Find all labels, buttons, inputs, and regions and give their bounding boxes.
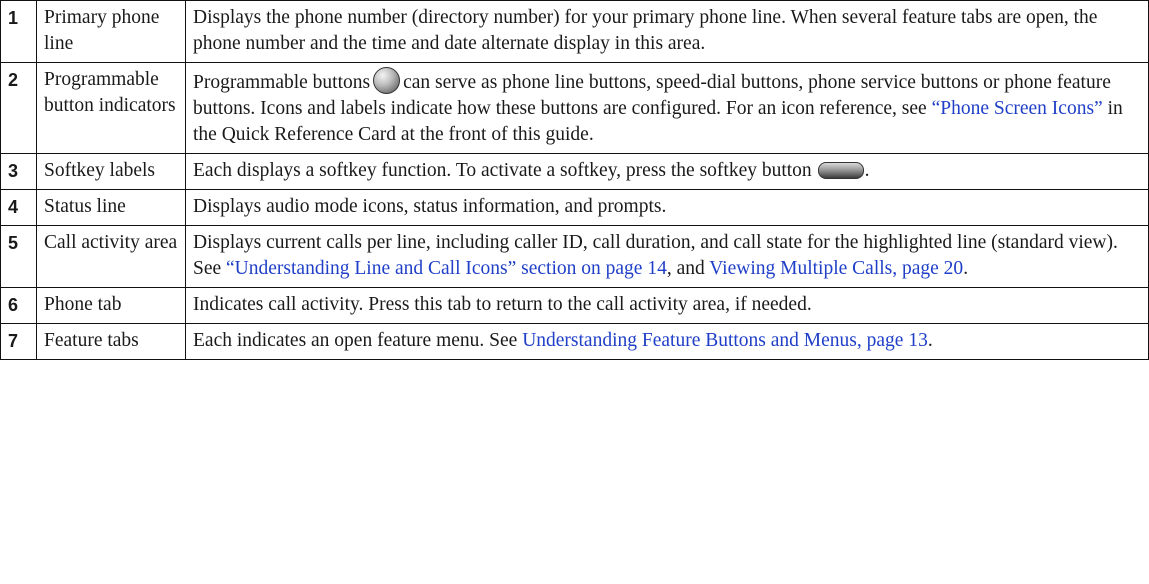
table-row: 1 Primary phone line Displays the phone … xyxy=(0,0,1149,63)
programmable-button-icon xyxy=(373,67,401,94)
item-name: Status line xyxy=(36,189,186,226)
description-text: Indicates call activity. Press this tab … xyxy=(193,294,812,315)
item-name: Feature tabs xyxy=(36,323,186,360)
item-description: Displays current calls per line, includi… xyxy=(185,225,1149,288)
phone-screen-icons-link[interactable]: “Phone Screen Icons” xyxy=(932,98,1103,119)
description-text: Programmable buttons xyxy=(193,72,371,93)
row-number: 3 xyxy=(0,153,37,190)
item-description: Each displays a softkey function. To act… xyxy=(185,153,1149,190)
table-row: 6 Phone tab Indicates call activity. Pre… xyxy=(0,287,1149,324)
item-name: Phone tab xyxy=(36,287,186,324)
table-row: 4 Status line Displays audio mode icons,… xyxy=(0,189,1149,226)
item-description: Displays the phone number (directory num… xyxy=(185,0,1149,63)
table-row: 5 Call activity area Displays current ca… xyxy=(0,225,1149,288)
description-text: . xyxy=(927,330,933,351)
row-number: 4 xyxy=(0,189,37,226)
row-number: 2 xyxy=(0,62,37,154)
table-row: 2 Programmable button indicators Program… xyxy=(0,62,1149,154)
description-text: Each indicates an open feature menu. See xyxy=(193,330,518,351)
reference-table: 1 Primary phone line Displays the phone … xyxy=(0,0,1149,360)
description-text: , and xyxy=(666,258,705,279)
item-description: Indicates call activity. Press this tab … xyxy=(185,287,1149,324)
description-text: Each displays a softkey function. To act… xyxy=(193,160,812,181)
row-number: 7 xyxy=(0,323,37,360)
description-text: . xyxy=(864,160,870,181)
description-text: Displays the phone number (directory num… xyxy=(193,7,1098,54)
item-description: Programmable buttons can serve as phone l… xyxy=(185,62,1149,154)
item-name: Call activity area xyxy=(36,225,186,288)
softkey-button-icon xyxy=(817,162,864,179)
item-name: Programmable button indicators xyxy=(36,62,186,154)
table-row: 3 Softkey labels Each displays a softkey… xyxy=(0,153,1149,190)
feature-buttons-menus-link[interactable]: Understanding Feature Buttons and Menus,… xyxy=(522,330,928,351)
item-description: Each indicates an open feature menu. See… xyxy=(185,323,1149,360)
phone-screen-reference: 1 Primary phone line Displays the phone … xyxy=(0,0,1149,584)
description-text: . xyxy=(963,258,969,279)
description-text: Displays audio mode icons, status inform… xyxy=(193,196,667,217)
item-description: Displays audio mode icons, status inform… xyxy=(185,189,1149,226)
table-row: 7 Feature tabs Each indicates an open fe… xyxy=(0,323,1149,360)
item-name: Softkey labels xyxy=(36,153,186,190)
item-name: Primary phone line xyxy=(36,0,186,63)
viewing-multiple-calls-link[interactable]: Viewing Multiple Calls, page 20 xyxy=(709,258,963,279)
row-number: 5 xyxy=(0,225,37,288)
line-call-icons-link[interactable]: “Understanding Line and Call Icons” sect… xyxy=(226,258,667,279)
row-number: 1 xyxy=(0,0,37,63)
row-number: 6 xyxy=(0,287,37,324)
